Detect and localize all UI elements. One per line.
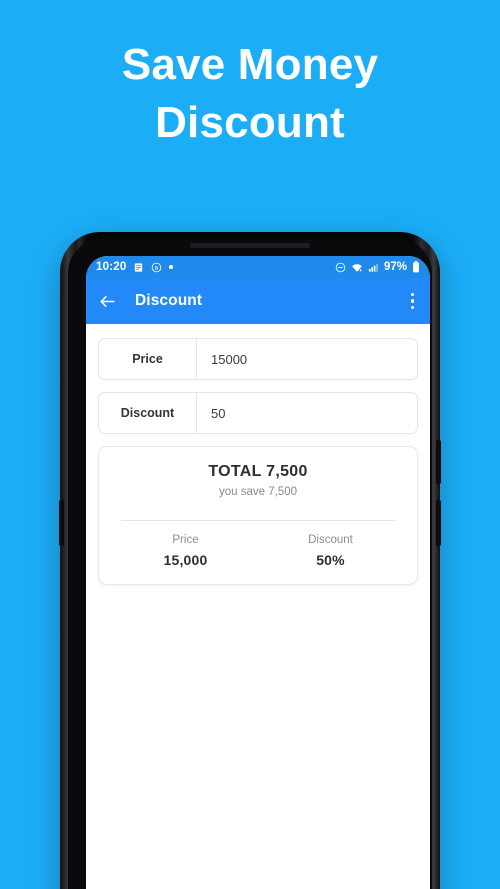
battery-full-icon [412,261,420,273]
price-input[interactable]: 15000 [197,339,417,379]
breakdown-discount-value: 50% [316,552,345,568]
battery-percent: 97% [383,261,407,273]
status-bar-right: 97% [335,261,420,273]
wifi-plus-icon [351,262,363,273]
notes-icon [133,262,144,273]
signal-bars-icon [368,262,379,273]
card-divider [121,520,395,521]
result-card: TOTAL 7,500 you save 7,500 Price 15,000 … [98,446,418,585]
discount-input[interactable]: 50 [197,393,417,433]
poster-headline: Save Money Discount [0,36,500,152]
circled-b-icon: B [151,262,162,273]
status-time: 10:20 [96,261,127,273]
discount-field-label: Discount [99,393,197,433]
earpiece-speaker [190,243,310,248]
app-bar-title: Discount [135,292,203,309]
status-bar: 10:20 B 97% [86,256,430,278]
phone-screen: 10:20 B 97% Discount Price 15000 Discoun… [86,256,430,889]
breakdown-discount-label: Discount [308,534,353,546]
phone-mockup: 10:20 B 97% Discount Price 15000 Discoun… [59,232,441,889]
more-vert-icon[interactable] [407,287,419,316]
discount-field-row[interactable]: Discount 50 [98,392,418,434]
phone-bezel: 10:20 B 97% Discount Price 15000 Discoun… [68,239,432,889]
headline-line-2: Discount [155,98,345,147]
breakdown-row: Price 15,000 Discount 50% [113,534,403,568]
total-amount: TOTAL 7,500 [208,463,308,480]
headline-line-1: Save Money [121,40,379,89]
savings-text: you save 7,500 [218,486,297,498]
poster-canvas: Save Money Discount 10:20 B 97% Discount… [0,0,500,889]
volume-button[interactable] [436,500,441,546]
back-arrow-icon[interactable] [98,292,117,311]
dot-icon [169,265,173,269]
price-field-label: Price [99,339,197,379]
do-not-disturb-icon [335,262,346,273]
power-button[interactable] [436,440,441,484]
status-bar-left: 10:20 B [96,261,173,273]
screen-content: Price 15000 Discount 50 TOTAL 7,500 you … [86,324,430,889]
breakdown-discount: Discount 50% [258,534,403,568]
breakdown-price-value: 15,000 [163,552,208,568]
breakdown-price: Price 15,000 [113,534,258,568]
app-bar: Discount [86,278,430,324]
svg-text:B: B [155,265,159,270]
price-field-row[interactable]: Price 15000 [98,338,418,380]
left-side-button[interactable] [59,500,64,546]
breakdown-price-label: Price [172,534,199,546]
